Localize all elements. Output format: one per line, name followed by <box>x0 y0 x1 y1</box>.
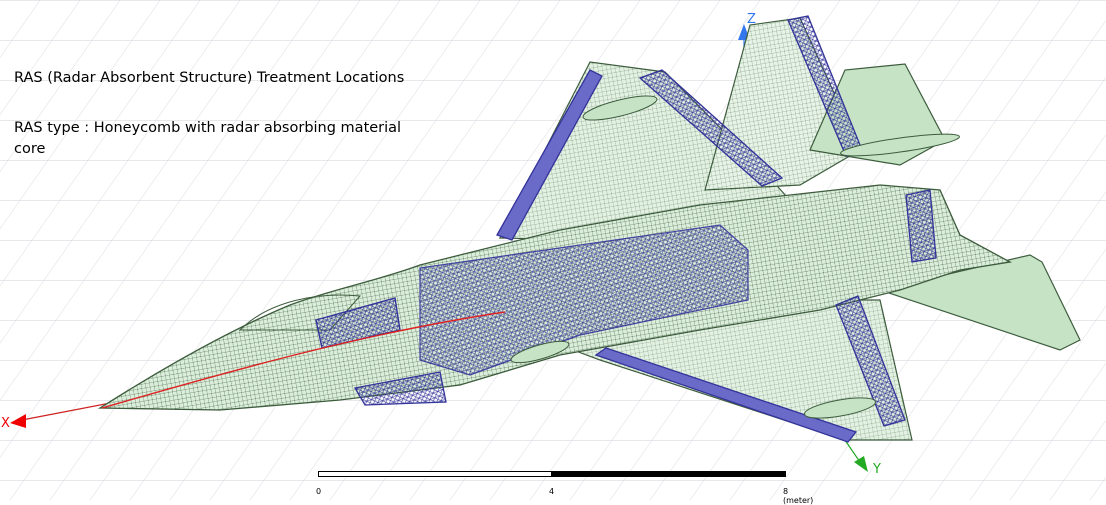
annotation-title: RAS (Radar Absorbent Structure) Treatmen… <box>14 70 405 86</box>
scale-bar-black-segment <box>551 471 786 477</box>
scale-bar-white-segment <box>318 471 552 477</box>
scale-tick-8: 8 (meter) <box>783 487 814 505</box>
scale-tick-4: 4 <box>549 487 555 496</box>
y-axis-label: Y <box>873 462 881 477</box>
scale-tick-0: 0 <box>316 487 322 496</box>
annotation-ras-type: RAS type : Honeycomb with radar absorbin… <box>14 120 402 157</box>
x-axis-label: X <box>1 416 10 431</box>
ras-tail-trailing-edge <box>905 189 937 263</box>
scale-bar: 0 4 8 (meter) <box>316 471 813 505</box>
z-axis-label: Z <box>747 12 756 27</box>
3d-modeler-viewport[interactable]: RAS (Radar Absorbent Structure) Treatmen… <box>0 0 1106 505</box>
